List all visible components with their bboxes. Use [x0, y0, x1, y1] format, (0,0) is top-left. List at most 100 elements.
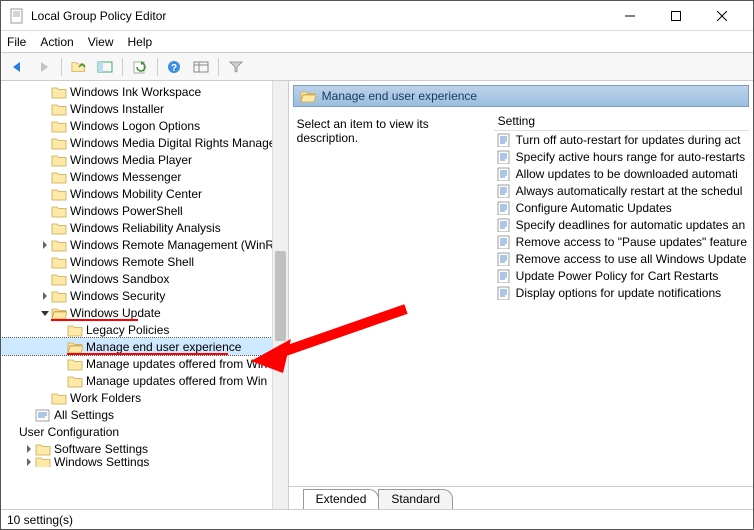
- setting-label: Specify deadlines for automatic updates …: [516, 218, 745, 232]
- folder-icon: [51, 255, 67, 269]
- tree-item[interactable]: User Configuration: [1, 423, 288, 440]
- menu-help[interactable]: Help: [128, 35, 153, 49]
- menu-file[interactable]: File: [7, 35, 26, 49]
- tree-item-label: Windows Remote Management (WinR: [70, 238, 274, 252]
- tree-item[interactable]: Windows Messenger: [1, 168, 288, 185]
- setting-item[interactable]: Allow updates to be downloaded automati: [494, 165, 749, 182]
- expander-icon[interactable]: [39, 292, 51, 300]
- tree-item-label: Manage end user experience: [86, 340, 241, 354]
- tree-item[interactable]: Legacy Policies: [1, 321, 288, 338]
- tree-item[interactable]: Windows Security: [1, 287, 288, 304]
- show-hide-tree-button[interactable]: [94, 56, 116, 78]
- setting-label: Turn off auto-restart for updates during…: [516, 133, 741, 147]
- tree-item[interactable]: All Settings: [1, 406, 288, 423]
- tree-item[interactable]: Windows Media Player: [1, 151, 288, 168]
- title-bar: Local Group Policy Editor: [1, 1, 753, 31]
- folder-icon: [51, 306, 67, 320]
- tree-pane: Windows Ink WorkspaceWindows Installer Wi…: [1, 81, 289, 509]
- view-tabs: Extended Standard: [289, 487, 753, 509]
- column-header-setting[interactable]: Setting: [494, 111, 749, 131]
- setting-item[interactable]: Specify active hours range for auto-rest…: [494, 148, 749, 165]
- setting-item[interactable]: Specify deadlines for automatic updates …: [494, 216, 749, 233]
- separator: [218, 58, 219, 76]
- tree-item[interactable]: Windows Logon Options: [1, 117, 288, 134]
- expander-icon[interactable]: [23, 445, 35, 453]
- tree-item-label: Windows Logon Options: [70, 119, 200, 133]
- policy-icon: [496, 184, 512, 198]
- expander-icon[interactable]: [39, 241, 51, 249]
- setting-item[interactable]: Remove access to use all Windows Update: [494, 250, 749, 267]
- help-button[interactable]: ?: [164, 56, 186, 78]
- tree-item[interactable]: Software Settings: [1, 440, 288, 457]
- folder-icon: [51, 136, 67, 150]
- window-title: Local Group Policy Editor: [31, 9, 607, 23]
- tree-item-label: All Settings: [54, 408, 114, 422]
- tree-item[interactable]: Windows Update: [1, 304, 288, 321]
- filter-button[interactable]: [225, 56, 247, 78]
- tree-item[interactable]: Windows Sandbox: [1, 270, 288, 287]
- folder-icon: [67, 340, 83, 354]
- tree-item[interactable]: Windows Remote Management (WinR: [1, 236, 288, 253]
- refresh-button[interactable]: [129, 56, 151, 78]
- up-button[interactable]: [68, 56, 90, 78]
- setting-item[interactable]: Remove access to "Pause updates" feature: [494, 233, 749, 250]
- separator: [61, 58, 62, 76]
- tree-item-label: Windows Update: [70, 306, 161, 320]
- setting-label: Always automatically restart at the sche…: [516, 184, 743, 198]
- menu-view[interactable]: View: [88, 35, 114, 49]
- tree-item-label: Software Settings: [54, 442, 148, 456]
- folder-icon: [51, 85, 67, 99]
- folder-icon: [51, 272, 67, 286]
- tree-item[interactable]: Windows Mobility Center: [1, 185, 288, 202]
- tree-item[interactable]: Windows Reliability Analysis: [1, 219, 288, 236]
- tab-extended[interactable]: Extended: [303, 489, 380, 509]
- setting-item[interactable]: Update Power Policy for Cart Restarts: [494, 267, 749, 284]
- tree-item-label: Manage updates offered from Win: [86, 357, 267, 371]
- properties-button[interactable]: [190, 56, 212, 78]
- pane-title: Manage end user experience: [322, 89, 477, 103]
- description-text: Select an item to view its description.: [297, 117, 429, 145]
- description-pane: Select an item to view its description.: [293, 111, 493, 482]
- main-area: Windows Ink WorkspaceWindows Installer Wi…: [1, 81, 753, 509]
- menu-action[interactable]: Action: [40, 35, 73, 49]
- annotation-underline: [51, 319, 138, 321]
- setting-label: Configure Automatic Updates: [516, 201, 672, 215]
- forward-button[interactable]: [33, 56, 55, 78]
- status-text: 10 setting(s): [7, 513, 73, 527]
- policy-icon: [496, 269, 512, 283]
- tree-scrollbar[interactable]: [272, 81, 288, 509]
- tab-standard[interactable]: Standard: [378, 489, 453, 509]
- policy-icon: [496, 235, 512, 249]
- tree-item[interactable]: Work Folders: [1, 389, 288, 406]
- tree-item[interactable]: Manage updates offered from Win: [1, 372, 288, 389]
- folder-icon: [51, 221, 67, 235]
- setting-label: Allow updates to be downloaded automati: [516, 167, 738, 181]
- setting-label: Specify active hours range for auto-rest…: [516, 150, 745, 164]
- setting-item[interactable]: Display options for update notifications: [494, 284, 749, 301]
- tree-item[interactable]: Manage updates offered from Win: [1, 355, 288, 372]
- close-button[interactable]: [699, 1, 745, 31]
- folder-icon: [67, 374, 83, 388]
- tree-item[interactable]: Windows Installer: [1, 100, 288, 117]
- tree-item-label: Windows Media Digital Rights Manage: [70, 136, 275, 150]
- tree-item[interactable]: Windows Ink Workspace: [1, 83, 288, 100]
- folder-icon: [51, 119, 67, 133]
- expander-icon[interactable]: [23, 458, 35, 466]
- maximize-button[interactable]: [653, 1, 699, 31]
- minimize-button[interactable]: [607, 1, 653, 31]
- folder-icon: [67, 323, 83, 337]
- expander-icon[interactable]: [39, 309, 51, 317]
- folder-icon: [51, 391, 67, 405]
- back-button[interactable]: [7, 56, 29, 78]
- tree-item[interactable]: Windows Remote Shell: [1, 253, 288, 270]
- setting-item[interactable]: Always automatically restart at the sche…: [494, 182, 749, 199]
- folder-icon: [51, 153, 67, 167]
- tree-item[interactable]: Windows Media Digital Rights Manage: [1, 134, 288, 151]
- tree-item[interactable]: Windows Settings: [1, 457, 288, 467]
- tree-item-label: Windows Messenger: [70, 170, 181, 184]
- settings-icon: [35, 408, 51, 422]
- setting-item[interactable]: Configure Automatic Updates: [494, 199, 749, 216]
- status-bar: 10 setting(s): [1, 509, 753, 529]
- tree-item[interactable]: Windows PowerShell: [1, 202, 288, 219]
- setting-item[interactable]: Turn off auto-restart for updates during…: [494, 131, 749, 148]
